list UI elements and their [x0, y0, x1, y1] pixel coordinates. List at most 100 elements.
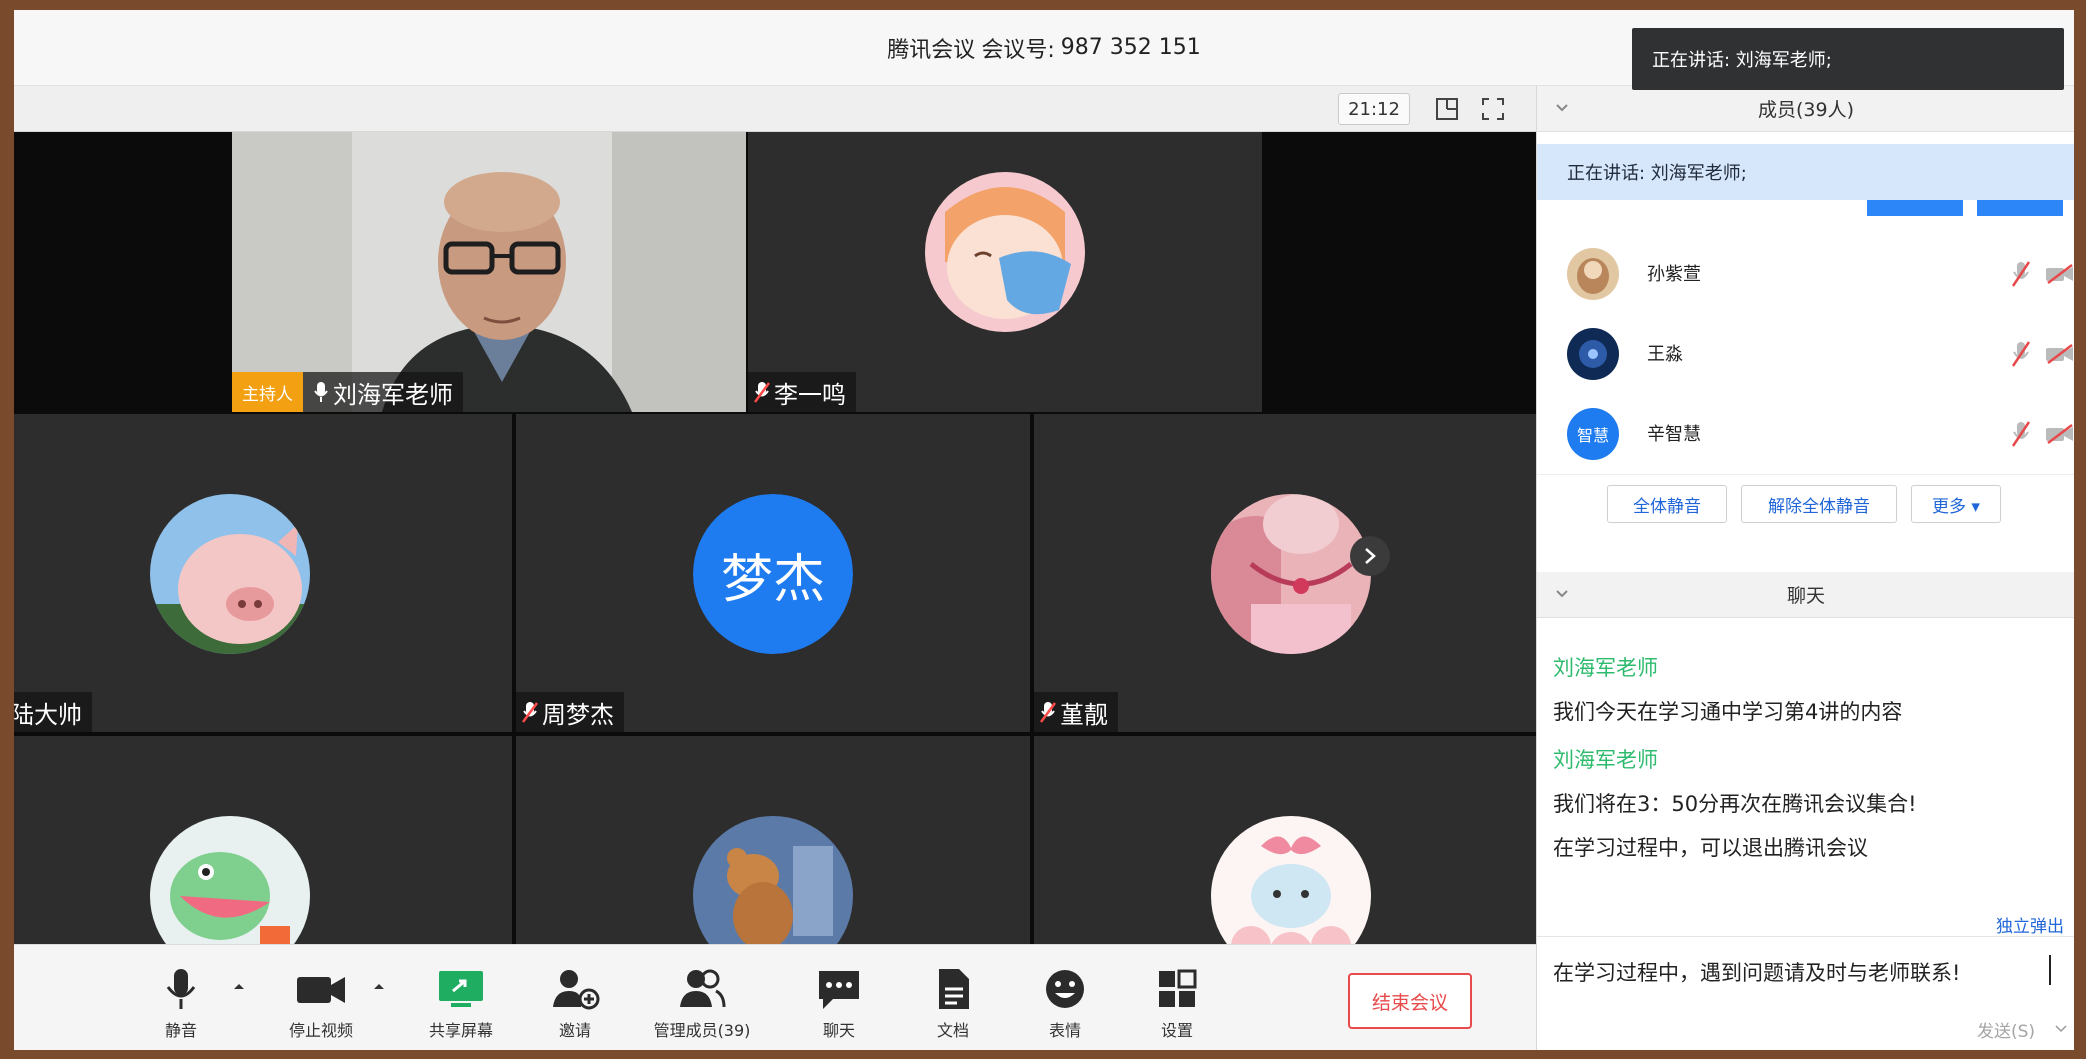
chat-header[interactable]: 聊天 — [1537, 572, 2074, 618]
settings-label: 设置 — [1160, 1021, 1193, 1040]
settings-icon — [1159, 969, 1197, 1007]
chat-message: 我们将在3：50分再次在腾讯会议集合! — [1553, 792, 1917, 816]
chevron-down-icon[interactable] — [1555, 103, 1569, 113]
meeting-clock: 21:12 — [1338, 93, 1410, 125]
send-button[interactable]: 发送(S) — [1977, 1017, 2035, 1042]
avatar — [925, 172, 1085, 332]
chat-input-area[interactable]: 在学习过程中，遇到问题请及时与老师联系! 发送(S) — [1537, 936, 2074, 1050]
manage-members-button[interactable]: 管理成员(39) — [642, 967, 762, 1047]
chevron-right-icon — [1365, 548, 1376, 564]
members-title: 成员(39人) — [1757, 99, 1854, 121]
avatar — [1211, 494, 1371, 654]
next-page-button[interactable] — [1350, 536, 1390, 576]
text-caret — [2049, 955, 2051, 985]
stop-video-label: 停止视频 — [288, 1021, 353, 1040]
emoji-label: 表情 — [1048, 1021, 1081, 1040]
stop-video-button[interactable]: 停止视频 — [266, 967, 376, 1047]
invite-icon — [553, 970, 600, 1010]
mic-muted-icon[interactable] — [2011, 420, 2031, 448]
avatar — [1567, 248, 1619, 300]
member-name: 王淼 — [1647, 344, 1683, 365]
speaking-toast: 正在讲话: 刘海军老师; — [1632, 28, 2064, 90]
chevron-down-icon[interactable] — [2055, 1025, 2067, 1033]
avatar — [1567, 328, 1619, 380]
video-tile-host[interactable]: 主持人 刘海军老师 — [232, 132, 746, 412]
video-tile-name-tag: 堇靓 — [1034, 692, 1118, 732]
popout-link[interactable]: 独立弹出 — [1996, 912, 2064, 937]
avatar — [1211, 816, 1371, 944]
video-tile-name-tag: 李一鸣 — [748, 372, 856, 412]
chat-sender: 刘海军老师 — [1553, 656, 1658, 680]
mute-all-button[interactable]: 全体静音 — [1607, 485, 1727, 523]
chat-input[interactable]: 在学习过程中，遇到问题请及时与老师联系! — [1553, 957, 1960, 987]
meeting-id: 987 352 151 — [1060, 35, 1201, 60]
mic-icon — [166, 969, 196, 1009]
member-action-button[interactable] — [1977, 200, 2063, 216]
avatar: 梦杰 — [693, 494, 853, 654]
share-screen-button[interactable]: 共享屏幕 — [406, 967, 516, 1047]
emoji-icon — [1046, 970, 1084, 1008]
video-grid: 主持人 刘海军老师 李一鸣 陆大帅 梦杰 周梦杰 堇靓 — [14, 132, 1536, 944]
video-tile[interactable] — [516, 736, 1030, 944]
host-badge: 主持人 — [232, 372, 303, 412]
avatar: 智慧 — [1567, 408, 1619, 460]
meeting-id-label: 会议号: — [981, 37, 1055, 63]
caret-up-icon[interactable] — [372, 981, 386, 991]
mic-muted-icon[interactable] — [2011, 260, 2031, 288]
video-off-icon[interactable] — [2045, 264, 2074, 284]
mic-muted-icon[interactable] — [2011, 340, 2031, 368]
avatar-initials: 梦杰 — [720, 549, 825, 610]
chat-button[interactable]: 聊天 — [784, 967, 894, 1047]
share-screen-icon — [439, 971, 483, 1007]
avatar — [693, 816, 853, 944]
members-icon — [680, 969, 726, 1008]
video-tile-name-tag: 周梦杰 — [516, 692, 624, 732]
mic-muted-icon — [1040, 702, 1056, 723]
chat-icon — [819, 971, 859, 1009]
video-tile-name-tag: 陆大帅 — [14, 692, 92, 732]
member-row[interactable]: 王淼 — [1537, 314, 2074, 394]
video-tile[interactable]: 梦杰 周梦杰 — [516, 414, 1030, 732]
manage-members-label: 管理成员(39) — [653, 1021, 751, 1040]
chevron-down-icon[interactable] — [1555, 589, 1569, 599]
video-tile[interactable]: 陆大帅 — [14, 414, 512, 732]
video-off-icon[interactable] — [2045, 344, 2074, 364]
docs-button[interactable]: 文档 — [898, 967, 1008, 1047]
participant-name: 刘海军老师 — [333, 380, 453, 409]
member-row[interactable]: 孙紫萱 — [1537, 234, 2074, 314]
side-panel: 成员(39人) 正在讲话: 刘海军老师; 孙紫萱 王淼 智慧 辛智慧 全体静音 … — [1536, 86, 2074, 1050]
mute-label: 静音 — [164, 1021, 197, 1040]
settings-button[interactable]: 设置 — [1122, 967, 1232, 1047]
more-button[interactable]: 更多 ▾ — [1911, 485, 2001, 523]
unmute-all-button[interactable]: 解除全体静音 — [1741, 485, 1897, 523]
chat-label: 聊天 — [822, 1021, 855, 1040]
meeting-window: 腾讯会议 会议号: 987 352 151 正在讲话: 刘海军老师; 21:12 — [14, 10, 2074, 1050]
member-row[interactable]: 智慧 辛智慧 — [1537, 394, 2074, 474]
video-off-icon[interactable] — [2045, 424, 2074, 444]
mute-button[interactable]: 静音 — [126, 967, 236, 1047]
fullscreen-icon[interactable] — [1480, 96, 1506, 122]
participant-name: 堇靓 — [1060, 700, 1108, 729]
emoji-button[interactable]: 表情 — [1010, 967, 1120, 1047]
video-tile[interactable]: 李一鸣 — [748, 132, 1262, 412]
member-name: 孙紫萱 — [1647, 264, 1701, 285]
participant-name: 周梦杰 — [542, 700, 614, 729]
video-tile-name-tag: 主持人 刘海军老师 — [232, 372, 463, 412]
member-action-button[interactable] — [1867, 200, 1963, 216]
invite-label: 邀请 — [558, 1021, 591, 1040]
member-actions: 全体静音 解除全体静音 更多 ▾ — [1537, 474, 2074, 534]
participant-name: 李一鸣 — [774, 380, 846, 409]
layout-icon[interactable] — [1434, 96, 1460, 122]
video-tile[interactable] — [14, 736, 512, 944]
member-name: 辛智慧 — [1647, 424, 1701, 445]
video-tile[interactable] — [1034, 736, 1536, 944]
speaking-indicator: 正在讲话: 刘海军老师; — [1537, 144, 2074, 200]
caret-up-icon[interactable] — [232, 981, 246, 991]
video-camera-icon — [297, 977, 345, 1003]
invite-button[interactable]: 邀请 — [520, 967, 630, 1047]
video-topbar: 21:12 — [14, 86, 1536, 132]
members-header[interactable]: 成员(39人) — [1537, 86, 2074, 132]
end-meeting-button[interactable]: 结束会议 — [1348, 973, 1472, 1029]
video-tile[interactable]: 堇靓 — [1034, 414, 1536, 732]
chat-message: 在学习过程中，可以退出腾讯会议 — [1553, 836, 1868, 860]
